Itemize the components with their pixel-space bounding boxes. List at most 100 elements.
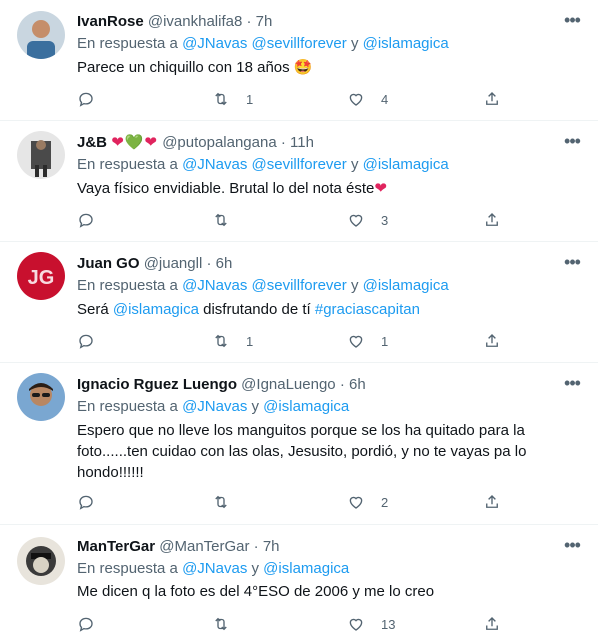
like-button[interactable]: 3	[347, 210, 388, 230]
mention-link[interactable]: @JNavas	[182, 560, 247, 577]
retweet-button[interactable]: 1	[212, 331, 253, 351]
reply-button[interactable]	[77, 89, 95, 109]
hashtag-link[interactable]: #graciascapitan	[315, 301, 420, 318]
user-handle[interactable]: @juangll	[144, 255, 203, 272]
share-icon	[486, 495, 498, 508]
like-button[interactable]: 4	[347, 89, 388, 109]
like-icon	[349, 214, 363, 227]
mention-link[interactable]: @JNavas	[182, 35, 247, 52]
reply-context: En respuesta a @JNavas y @islamagica	[77, 398, 350, 415]
retweet-button[interactable]	[212, 614, 230, 634]
like-count: 13	[381, 616, 396, 632]
user-handle[interactable]: @ManTerGar	[159, 538, 249, 555]
tweet[interactable]: Ignacio Rguez Luengo @IgnaLuengo · 6h ••…	[0, 363, 598, 525]
mention-link[interactable]: @JNavas	[182, 156, 247, 173]
reply-context: En respuesta a @JNavas @sevillforever y …	[77, 35, 449, 52]
mention-link[interactable]: @sevillforever	[252, 35, 347, 52]
user-handle[interactable]: @IgnaLuengo	[241, 376, 335, 393]
reply-context: En respuesta a @JNavas @sevillforever y …	[77, 156, 449, 173]
user-handle[interactable]: @ivankhalifa8	[148, 13, 242, 30]
mention-link[interactable]: @islamagica	[263, 560, 349, 577]
mention-link[interactable]: @JNavas	[182, 277, 247, 294]
like-icon	[349, 93, 363, 106]
reply-button[interactable]	[77, 492, 95, 512]
tweet-actions: 1 4	[77, 89, 507, 109]
reply-button[interactable]	[77, 331, 95, 351]
timestamp[interactable]: 7h	[256, 13, 273, 30]
tweet-actions: 2	[77, 492, 507, 512]
reply-icon	[79, 213, 93, 228]
share-button[interactable]	[483, 331, 501, 351]
display-name[interactable]: ManTerGar	[77, 538, 155, 555]
timestamp[interactable]: 11h	[290, 134, 314, 151]
timestamp[interactable]: 6h	[349, 376, 366, 393]
tweet[interactable]: J&B ❤💚❤ @putopalangana · 11h ••• En resp…	[0, 121, 598, 242]
tweet[interactable]: JG Juan GO @juangll · 6h ••• En respuest…	[0, 242, 598, 363]
display-name[interactable]: J&B	[77, 134, 107, 151]
tweet-text: Vaya físico envidiable. Brutal lo del no…	[77, 180, 387, 197]
retweet-button[interactable]	[212, 210, 230, 230]
reply-context: En respuesta a @JNavas @sevillforever y …	[77, 277, 449, 294]
tweet-text: Parece un chiquillo con 18 años 🤩	[77, 59, 313, 76]
reply-icon	[79, 617, 93, 632]
tweet[interactable]: IvanRose @ivankhalifa8 · 7h ••• En respu…	[0, 0, 598, 121]
avatar[interactable]	[17, 131, 65, 179]
retweet-count: 1	[246, 91, 254, 107]
mention-link[interactable]: @sevillforever	[252, 277, 347, 294]
share-button[interactable]	[483, 210, 501, 230]
share-button[interactable]	[483, 614, 501, 634]
more-icon[interactable]: •••	[560, 535, 584, 559]
timestamp[interactable]: 6h	[216, 255, 233, 272]
avatar[interactable]	[17, 11, 65, 59]
tweet-text: Espero que no lleve los manguitos porque…	[77, 422, 527, 481]
retweet-button[interactable]	[212, 492, 230, 512]
mention-link[interactable]: @JNavas	[182, 398, 247, 415]
retweet-icon	[215, 92, 227, 106]
more-icon[interactable]: •••	[560, 252, 584, 276]
share-icon	[486, 213, 498, 226]
display-name[interactable]: Ignacio Rguez Luengo	[77, 376, 237, 393]
tweet-actions: 3	[77, 210, 507, 230]
more-icon[interactable]: •••	[560, 131, 584, 155]
timestamp[interactable]: 7h	[263, 538, 280, 555]
like-button[interactable]: 1	[347, 331, 388, 351]
reply-icon	[79, 334, 93, 349]
avatar[interactable]: JG	[17, 252, 65, 300]
retweet-icon	[215, 213, 227, 227]
like-icon	[349, 618, 363, 631]
share-icon	[486, 617, 498, 630]
share-button[interactable]	[483, 89, 501, 109]
display-name[interactable]: Juan GO	[77, 255, 140, 272]
mention-link[interactable]: @sevillforever	[252, 156, 347, 173]
retweet-icon	[215, 334, 227, 348]
avatar[interactable]	[17, 373, 65, 421]
mention-link[interactable]: @islamagica	[113, 301, 199, 318]
like-icon	[349, 335, 363, 348]
tweet-actions: 13	[77, 614, 507, 634]
like-button[interactable]: 13	[347, 614, 395, 634]
retweet-count: 1	[246, 333, 254, 349]
tweet[interactable]: ManTerGar @ManTerGar · 7h ••• En respues…	[0, 525, 598, 640]
mention-link[interactable]: @islamagica	[363, 156, 449, 173]
more-icon[interactable]: •••	[560, 10, 584, 34]
user-handle[interactable]: @putopalangana	[162, 134, 277, 151]
reply-button[interactable]	[77, 614, 95, 634]
tweet-text: Me dicen q la foto es del 4°ESO de 2006 …	[77, 583, 435, 600]
more-icon[interactable]: •••	[560, 373, 584, 397]
avatar[interactable]	[17, 537, 65, 585]
share-button[interactable]	[483, 492, 501, 512]
mention-link[interactable]: @islamagica	[363, 277, 449, 294]
star-struck-emoji: 🤩	[293, 59, 313, 76]
retweet-icon	[215, 617, 227, 631]
reply-icon	[79, 92, 93, 107]
retweet-button[interactable]: 1	[212, 89, 253, 109]
mention-link[interactable]: @islamagica	[263, 398, 349, 415]
share-icon	[486, 92, 498, 105]
mention-link[interactable]: @islamagica	[363, 35, 449, 52]
tweet-text: Será @islamagica disfrutando de tí #grac…	[77, 301, 420, 318]
display-name[interactable]: IvanRose	[77, 13, 144, 30]
like-button[interactable]: 2	[347, 492, 388, 512]
like-count: 4	[381, 91, 389, 107]
like-count: 1	[381, 333, 389, 349]
reply-button[interactable]	[77, 210, 95, 230]
